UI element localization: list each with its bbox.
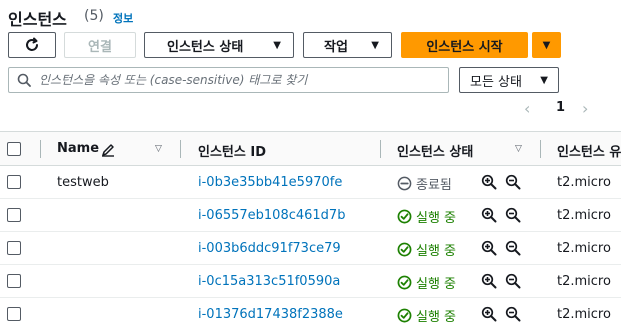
row-checkbox[interactable]: [7, 208, 21, 222]
instance-status: 실행 중: [397, 273, 456, 292]
instance-type: t2.micro: [557, 274, 611, 289]
instance-type: t2.micro: [557, 175, 611, 190]
status-text: 실행 중: [416, 244, 457, 259]
zoom-out-icon[interactable]: [505, 207, 521, 223]
instance-status: 종료됨: [397, 174, 452, 193]
instance-state-label: 인스턴스 상태: [167, 39, 244, 55]
column-header-instance-id[interactable]: 인스턴스 ID: [198, 141, 266, 160]
check-circle-icon: [397, 308, 412, 323]
instance-state-dropdown[interactable]: 인스턴스 상태 ▼: [144, 32, 294, 58]
sort-icon[interactable]: ▽: [155, 144, 162, 154]
launch-instance-dropdown[interactable]: ▼: [532, 32, 561, 58]
column-header-instance-state[interactable]: 인스턴스 상태: [397, 141, 473, 160]
status-text: 실행 중: [416, 310, 457, 325]
zoom-in-icon[interactable]: [481, 273, 497, 289]
row-checkbox[interactable]: [7, 274, 21, 288]
zoom-in-icon[interactable]: [481, 207, 497, 223]
caret-down-icon: ▼: [273, 39, 281, 51]
search-input[interactable]: [39, 73, 439, 87]
row-checkbox[interactable]: [7, 175, 21, 189]
instance-name: testweb: [57, 175, 109, 190]
check-circle-icon: [397, 242, 412, 257]
status-text: 실행 중: [416, 211, 457, 226]
instance-id-link[interactable]: i-0b3e35bb41e5970fe: [198, 175, 342, 190]
instance-count: (5): [84, 8, 104, 24]
state-filter-select[interactable]: 모든 상태 ▼: [459, 67, 559, 93]
search-box: [8, 67, 449, 93]
actions-label: 작업: [324, 39, 348, 55]
instance-id-link[interactable]: i-01376d17438f2388e: [198, 307, 343, 322]
instance-id-link[interactable]: i-0c15a313c51f0590a: [198, 274, 340, 289]
column-header-name[interactable]: Name: [57, 141, 99, 156]
actions-dropdown[interactable]: 작업 ▼: [303, 32, 392, 58]
zoom-in-icon[interactable]: [481, 240, 497, 256]
connect-button[interactable]: 연결: [64, 32, 136, 58]
zoom-in-icon[interactable]: [481, 174, 497, 190]
edit-icon[interactable]: [101, 143, 115, 157]
check-circle-icon: [397, 275, 412, 290]
table-row[interactable]: i-0c15a313c51f0590a 실행 중 t2.micro: [0, 265, 621, 298]
column-header-instance-type[interactable]: 인스턴스 유: [557, 141, 621, 160]
table-row[interactable]: testweb i-0b3e35bb41e5970fe 종료됨 t2.micro: [0, 166, 621, 199]
instance-id-link[interactable]: i-003b6ddc91f73ce79: [198, 241, 341, 256]
launch-instance-label: 인스턴스 시작: [426, 39, 503, 55]
column-divider: [540, 140, 541, 158]
caret-down-icon: ▼: [542, 39, 551, 51]
check-circle-icon: [397, 209, 412, 224]
column-divider: [180, 140, 181, 158]
zoom-out-icon[interactable]: [505, 306, 521, 322]
instance-type: t2.micro: [557, 208, 611, 223]
launch-instance-button[interactable]: 인스턴스 시작: [401, 32, 528, 58]
connect-label: 연결: [88, 39, 112, 55]
table-row[interactable]: i-003b6ddc91f73ce79 실행 중 t2.micro: [0, 232, 621, 265]
zoom-in-icon[interactable]: [481, 306, 497, 322]
search-icon: [17, 73, 31, 87]
zoom-out-icon[interactable]: [505, 240, 521, 256]
table-row[interactable]: i-06557eb108c461d7b 실행 중 t2.micro: [0, 199, 621, 232]
status-text: 실행 중: [416, 277, 457, 292]
instance-status: 실행 중: [397, 306, 456, 325]
instance-status: 실행 중: [397, 240, 456, 259]
state-filter-label: 모든 상태: [470, 74, 522, 90]
instance-type: t2.micro: [557, 307, 611, 322]
current-page[interactable]: 1: [556, 100, 565, 115]
next-page-icon[interactable]: ›: [582, 99, 588, 118]
table-row[interactable]: i-01376d17438f2388e 실행 중 t2.micro: [0, 298, 621, 329]
caret-down-icon: ▼: [371, 39, 379, 51]
refresh-icon: [26, 37, 38, 51]
info-link[interactable]: 정보: [113, 10, 133, 26]
refresh-button[interactable]: [8, 32, 56, 58]
stopped-circle-icon: [397, 176, 412, 191]
page-title: 인스턴스: [8, 10, 67, 29]
status-text: 종료됨: [416, 178, 452, 193]
select-all-checkbox[interactable]: [7, 142, 21, 156]
caret-down-icon: ▼: [540, 74, 548, 86]
row-checkbox[interactable]: [7, 307, 21, 321]
instance-type: t2.micro: [557, 241, 611, 256]
previous-page-icon[interactable]: ‹: [524, 99, 530, 118]
column-divider: [40, 140, 41, 158]
instance-id-link[interactable]: i-06557eb108c461d7b: [198, 208, 345, 223]
column-divider: [380, 140, 381, 158]
row-checkbox[interactable]: [7, 241, 21, 255]
sort-icon[interactable]: ▽: [515, 144, 522, 154]
instance-status: 실행 중: [397, 207, 456, 226]
zoom-out-icon[interactable]: [505, 273, 521, 289]
zoom-out-icon[interactable]: [505, 174, 521, 190]
